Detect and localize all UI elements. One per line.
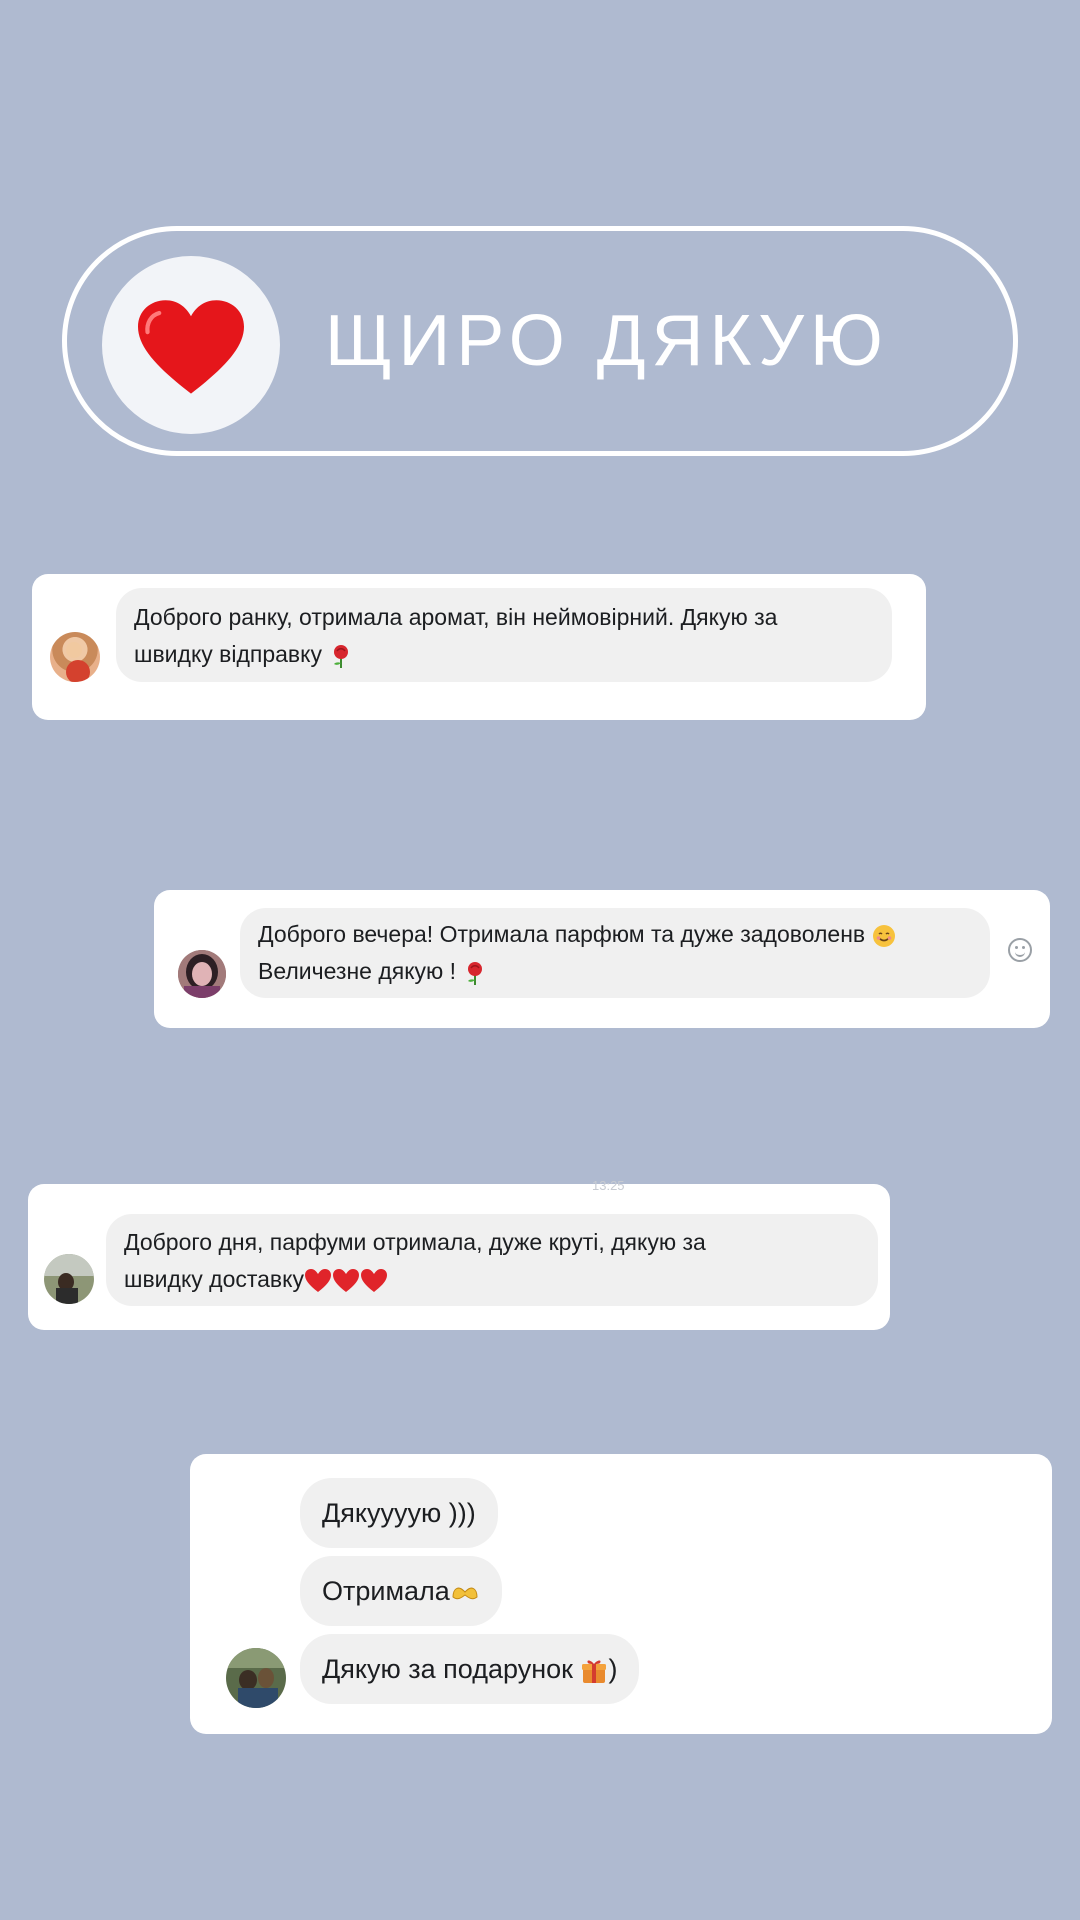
message-text: Дякую за подарунок	[322, 1654, 573, 1684]
thanks-banner: ЩИРО ДЯКУЮ	[62, 226, 1018, 456]
heart-hands-icon	[452, 1587, 478, 1600]
avatar	[178, 950, 226, 998]
message-bubble: Доброго ранку, отримала аромат, він нейм…	[116, 588, 892, 682]
message-line: швидку відправку	[134, 641, 322, 667]
message-text: Отримала	[322, 1576, 450, 1606]
message-bubble: Дякуууую )))	[300, 1478, 498, 1548]
gift-icon	[582, 1660, 607, 1683]
message-line: Величезне дякую !	[258, 958, 457, 984]
react-smiley-icon[interactable]	[1008, 938, 1032, 962]
message-bubble: Отримала	[300, 1556, 502, 1626]
message-text: Дякуууую )))	[322, 1498, 476, 1528]
smiling-face-icon	[872, 924, 895, 947]
message-line: Доброго вечера! Отримала парфюм та дуже …	[258, 921, 866, 947]
avatar	[44, 1254, 94, 1304]
heart-badge	[102, 256, 280, 434]
rose-icon	[334, 644, 349, 668]
review-card-3: 13:25 Доброго дня, парфуми отримала, дуж…	[28, 1178, 890, 1330]
review-card-1: Доброго ранку, отримала аромат, він нейм…	[32, 574, 926, 720]
message-bubble: Доброго дня, парфуми отримала, дуже крут…	[106, 1214, 878, 1306]
heart-icon	[138, 300, 244, 394]
message-timestamp: 13:25	[592, 1178, 625, 1193]
message-bubble: Дякую за подарунок )	[300, 1634, 640, 1704]
three-red-hearts-icon	[304, 1268, 387, 1292]
avatar	[226, 1648, 286, 1708]
review-card-4: Дякуууую ))) Отримала Дякую за подарунок…	[190, 1454, 1052, 1734]
avatar	[50, 632, 100, 682]
message-text-suffix: )	[608, 1654, 618, 1684]
message-line: швидку доставку	[124, 1266, 304, 1292]
message-line: Доброго ранку, отримала аромат, він нейм…	[134, 604, 778, 630]
message-line: Доброго дня, парфуми отримала, дуже крут…	[124, 1229, 706, 1255]
message-bubble: Доброго вечера! Отримала парфюм та дуже …	[240, 908, 990, 998]
rose-icon	[468, 961, 483, 985]
banner-title: ЩИРО ДЯКУЮ	[325, 301, 889, 381]
review-card-2: Доброго вечера! Отримала парфюм та дуже …	[154, 890, 1050, 1028]
